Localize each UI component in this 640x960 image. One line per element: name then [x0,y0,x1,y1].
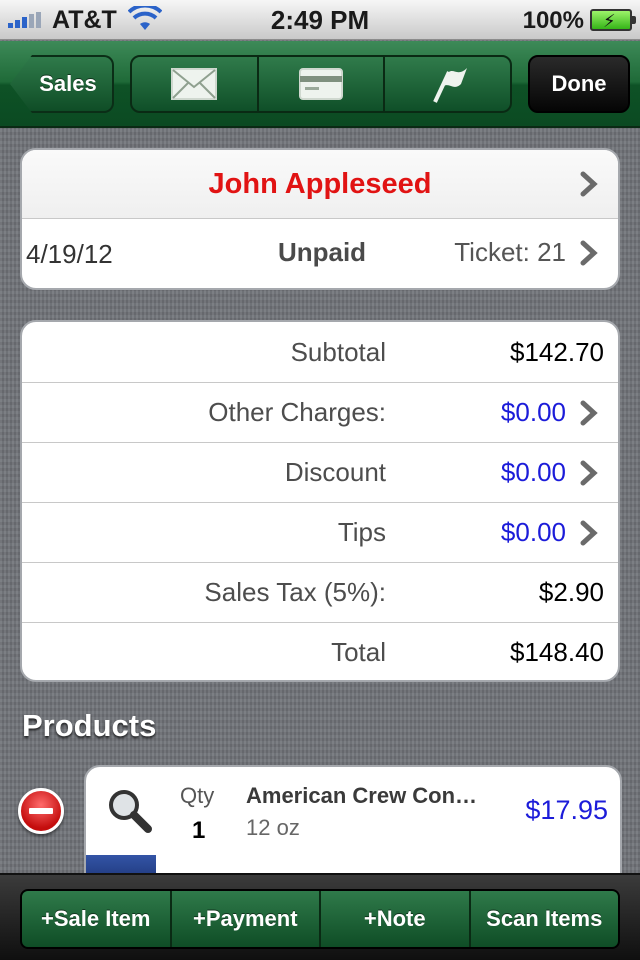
customer-row[interactable]: John Appleseed [22,150,618,218]
total-row: Total $148.40 [22,622,618,680]
tips-row[interactable]: Tips $0.00 [22,502,618,562]
wifi-icon [128,6,162,30]
totals-value: $0.00 [500,457,566,487]
email-button[interactable] [132,57,259,111]
other-charges-row[interactable]: Other Charges: $0.00 [22,382,618,442]
totals-label: Total [331,637,386,667]
flag-button[interactable] [385,57,510,111]
totals-label: Tips [337,517,386,547]
status-bar: AT&T 2:49 PM 100% ⚡ [0,0,640,40]
totals-value: $0.00 [500,397,566,427]
qty-label: Qty [180,783,215,808]
ticket-card: John Appleseed 4/19/12 Unpaid Ticket: 21 [20,148,620,290]
mail-icon [171,68,218,100]
bottom-actions: +Sale Item +Payment +Note Scan Items [20,889,620,949]
add-payment-button[interactable]: +Payment [172,891,321,947]
bottom-toolbar: +Sale Item +Payment +Note Scan Items [0,873,640,960]
battery-percent: 100% [522,7,584,34]
card-icon [299,68,343,100]
totals-label: Sales Tax (5%): [204,577,386,607]
products-heading: Products [22,708,157,743]
sales-tax-row: Sales Tax (5%): $2.90 [22,562,618,622]
chevron-right-icon [580,520,598,545]
product-size: 12 oz [246,815,300,840]
chevron-right-icon [580,460,598,485]
totals-value: $2.90 [538,577,604,607]
add-sale-item-button[interactable]: +Sale Item [22,891,172,947]
delete-item-button[interactable] [18,788,64,834]
customer-name: John Appleseed [208,167,432,200]
done-button[interactable]: Done [528,55,630,113]
totals-label: Subtotal [290,336,386,367]
ticket-number: Ticket: 21 [454,237,566,267]
carrier-label: AT&T [52,6,117,34]
totals-value: $0.00 [500,517,566,547]
product-name: American Crew Con… [246,783,478,808]
add-note-button[interactable]: +Note [321,891,471,947]
chevron-right-icon [580,240,598,265]
totals-label: Other Charges: [208,397,386,427]
chevron-right-icon [580,171,598,197]
qty-value: 1 [192,817,206,844]
top-toolbar: Sales Done [0,41,640,128]
totals-value: $148.40 [510,637,604,667]
back-button[interactable]: Sales [10,55,114,113]
action-segmented-control [130,55,512,113]
totals-label: Discount [284,457,386,487]
totals-card: Subtotal $142.70 Other Charges: $0.00 Di… [20,320,620,682]
chevron-right-icon [580,400,598,425]
signal-icon [8,12,41,28]
battery-icon: ⚡ [590,9,636,31]
product-price: $17.95 [525,795,608,825]
list-item[interactable]: Qty 1 American Crew Con… 12 oz $17.95 [86,767,620,853]
scan-items-button[interactable]: Scan Items [471,891,619,947]
ticket-info-row[interactable]: 4/19/12 Unpaid Ticket: 21 [22,218,618,286]
totals-value: $142.70 [510,336,604,367]
payment-card-button[interactable] [259,57,386,111]
subtotal-row: Subtotal $142.70 [22,322,618,382]
discount-row[interactable]: Discount $0.00 [22,442,618,502]
flag-icon [432,68,467,103]
magnifier-icon[interactable] [104,785,154,835]
